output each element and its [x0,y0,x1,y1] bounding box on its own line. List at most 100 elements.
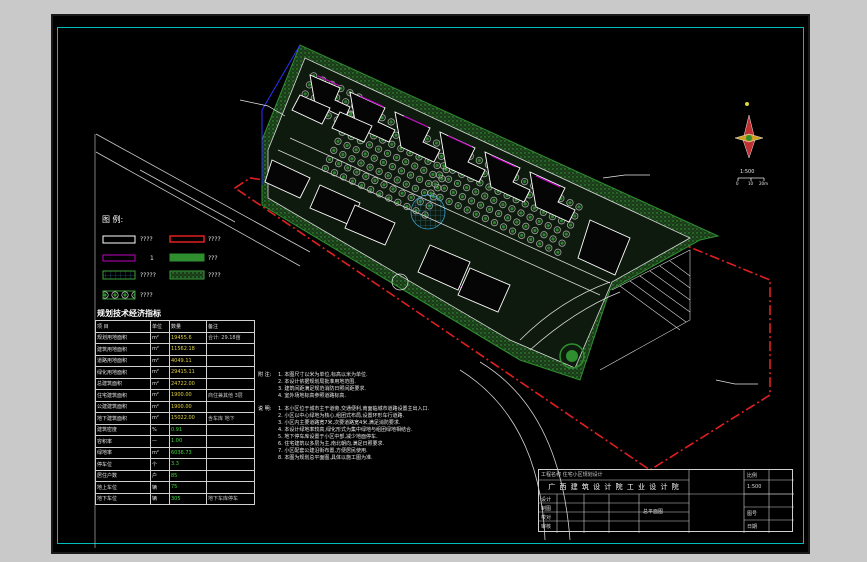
header-cell: 数量 [169,320,207,333]
table-row: 住宅建筑面积 m² 1900.00 商住兼其他 3层 [95,389,255,402]
table-row: 地上车位辆 75 [95,481,255,494]
legend-title: 图 例: [102,215,124,224]
tech-table: 项 目 单位 数量 备注 规划用地面积 m² 19455.6 合计: 29.18亩 建筑… [95,320,255,505]
table-cell: 建筑密度 [95,423,151,436]
table-cell: 1900.00 [169,400,207,413]
table-cell: m² [150,377,170,390]
legend-label-4: ??? [208,255,218,262]
legend-label-5: ????? [140,272,156,279]
note-item: 8. 本图为规划总平面图,具体以施工图为准. [278,455,373,461]
legend-swatches [102,235,205,300]
table-cell: 规划用地面积 [95,331,151,344]
table-cell: 户 [150,469,170,482]
header-cell: 备注 [206,320,255,333]
table-cell: 1900.00 [169,389,207,402]
table-cell: 停车位 [95,458,151,471]
note-item: 4. 本设计绿地率较高,绿化形式为集中绿地与组团绿地相结合. [278,427,413,433]
legend-label-2: ???? [208,236,221,243]
table-cell: m² [150,412,170,425]
table-cell [206,435,255,448]
table-cell [206,377,255,390]
tb-sheet-no: 图号 [747,511,758,517]
table-cell: m² [150,366,170,379]
table-row: 规划用地面积 m² 19455.6 合计: 29.18亩 [95,331,255,344]
tb-date: 日期 [747,524,758,530]
table-cell: 道路用地面积 [95,354,151,367]
legend-label-6: ???? [208,272,221,279]
tb-scale: 1:500 [747,484,762,490]
notes-label-2: 说 明: [258,406,272,412]
note-item: 6. 住宅建筑以多层为主,南北朝向,满足日照要求. [278,441,385,447]
table-cell: 商住兼其他 3层 [206,389,255,402]
tech-table-body: 规划用地面积 m² 19455.6 合计: 29.18亩 建筑用地面积 m² 11562.1… [95,331,255,505]
table-cell: 305 [169,492,207,505]
note-item: 3. 小区内主要道路宽7米,次要道路宽4米,满足消防要求. [278,420,401,426]
table-cell: 居住户数 [95,469,151,482]
table-cell: 地上车位 [95,481,151,494]
table-cell [206,354,255,367]
table-row: 地下车位辆 305 地下车库停车 [95,492,255,505]
scale-tick-1: 10 [748,181,754,186]
title-block-header: 工程名称 住宅小区规划设计 [541,472,603,478]
tb-row-label: 审核 [541,524,552,530]
table-cell: 75 [169,481,207,494]
table-row: 停车位个 3.3 [95,458,255,471]
table-cell: 总建筑面积 [95,377,151,390]
header-cell: 单位 [150,320,170,333]
table-cell: m² [150,343,170,356]
table-row: 绿地率 m² 6036.73 [95,446,255,459]
table-cell: 个 [150,458,170,471]
note-item: 3. 建筑间距满足规范消防日照间距要求. [278,386,366,392]
table-cell: 含车库 地下 [206,412,255,425]
table-cell: 11562.18 [169,343,207,356]
notes-list-1: 1. 本图尺寸以米为单位,标高以米为单位. 2. 本设计依据规划局批准用地范围. 3… [278,372,368,400]
table-cell: 6036.73 [169,446,207,459]
table-cell: m² [150,354,170,367]
notes-block-2: 说 明: 1. 本小区位于城市主干道旁,交通便利,南面临城市道路设置主出入口. 2… [258,406,528,462]
table-cell: 住宅建筑面积 [95,389,151,402]
table-cell: 3.3 [169,458,207,471]
note-item: 4. 室外场地标高参照道路标高. [278,393,346,399]
table-cell: m² [150,400,170,413]
table-row: 容积率 —1.00 [95,435,255,448]
drawing-name: 总平面图 [643,509,664,515]
table-cell [206,423,255,436]
tb-row-label: 设计 [541,497,552,503]
table-cell: % [150,423,170,436]
table-cell: 地下车库停车 [206,492,255,505]
table-cell [206,446,255,459]
notes-block-1: 附 注: 1. 本图尺寸以米为单位,标高以米为单位. 2. 本设计依据规划局批准用… [258,372,528,400]
scale-tick-0: 0 [736,181,739,186]
table-cell: 0.91 [169,423,207,436]
legend-label-3: 1 [150,255,154,262]
table-cell [206,481,255,494]
table-cell: 4049.11 [169,354,207,367]
north-scale: 1:500 [740,169,755,175]
table-cell: 辆 [150,492,170,505]
table-cell: m² [150,389,170,402]
legend-label-1: ???? [140,236,153,243]
table-cell: — [150,435,170,448]
table-cell: 绿地率 [95,446,151,459]
table-cell: 1.00 [169,435,207,448]
table-row: 建筑用地面积 m² 11562.18 [95,343,255,356]
note-item: 2. 小区以中心绿地为核心,组团式布局,设置环形车行道路. [278,413,405,419]
table-cell: 29415.11 [169,366,207,379]
scale-tick-2: 20m [759,181,768,186]
header-cell: 项 目 [95,320,151,333]
table-cell: m² [150,331,170,344]
table-cell: 辆 [150,481,170,494]
note-item: 1. 本小区位于城市主干道旁,交通便利,南面临城市道路设置主出入口. [278,406,430,412]
table-row: 公建建筑面积 m² 1900.00 [95,400,255,413]
table-row: 居住户数户 85 [95,469,255,482]
tech-table-title: 规划技术经济指标 [97,309,161,318]
notes-list-2: 1. 本小区位于城市主干道旁,交通便利,南面临城市道路设置主出入口. 2. 小区以… [278,406,429,462]
table-row: 绿化用地面积 m² 29415.11 [95,366,255,379]
table-cell [206,469,255,482]
table-cell: 绿化用地面积 [95,366,151,379]
table-row: 建筑密度% 0.91 [95,423,255,436]
table-cell: 地下车位 [95,492,151,505]
table-cell [206,366,255,379]
notes: 附 注: 1. 本图尺寸以米为单位,标高以米为单位. 2. 本设计依据规划局批准用… [258,372,528,462]
tb-row-label: 制图 [541,506,552,512]
